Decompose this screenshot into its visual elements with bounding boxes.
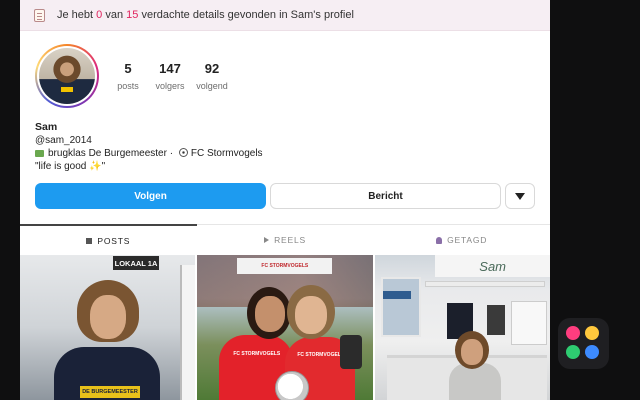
post-thumbnail-soccer-club[interactable]: FC STORMVOGELS FC STORMVOGELS FC STORMVO… [197, 255, 373, 400]
banner-middle: van [105, 9, 124, 21]
tab-reels[interactable]: REELS [197, 225, 374, 255]
app-dot-yellow [585, 326, 599, 340]
follow-button[interactable]: Volgen [35, 183, 266, 209]
message-button[interactable]: Bericht [270, 183, 501, 209]
soccer-ball-icon [178, 148, 188, 157]
hoodie-print: DE BURGEMEESTER [80, 386, 140, 398]
bio-separator: · [169, 148, 174, 159]
photo-face-left [255, 296, 286, 332]
banner-found-count: 0 [96, 9, 103, 21]
photo-face [90, 295, 126, 339]
play-icon [264, 237, 270, 243]
stat-posts[interactable]: 5 posts [107, 61, 149, 91]
avatar-photo [39, 48, 95, 104]
classroom-door [180, 265, 196, 400]
bunk-rail [424, 281, 545, 287]
avatar-border [37, 46, 97, 106]
profile-handle: @sam_2014 [35, 135, 92, 146]
profile-header: 5 posts 147 volgers 92 volgend [35, 44, 233, 108]
app-dot-blue [585, 345, 599, 359]
phone-in-photo [340, 335, 363, 369]
classroom-sign: LOKAAL 1A [113, 256, 159, 270]
bio-line: brugklas De Burgemeester · FC Stormvogel… [35, 147, 263, 160]
tagged-person-icon [436, 236, 443, 244]
photo-window [380, 277, 421, 337]
banner-text: Je hebt 0 van 15 verdachte details gevon… [57, 9, 354, 21]
shirt-print-right: FC STORMVOGELS [297, 352, 345, 358]
bio-quote: "life is good ✨" [35, 161, 106, 172]
stat-following-value: 92 [204, 61, 220, 76]
club-banner: FC STORMVOGELS [237, 258, 333, 274]
clipboard-icon [34, 8, 45, 22]
name-board: Sam [434, 255, 550, 277]
stat-following-label: volgend [196, 81, 228, 91]
profile-stats: 5 posts 147 volgers 92 volgend [107, 61, 233, 91]
tab-posts[interactable]: POSTS [20, 224, 197, 255]
stat-posts-value: 5 [124, 61, 132, 76]
stat-followers-label: volgers [155, 81, 185, 91]
bio-school: brugklas De Burgemeester [48, 148, 167, 159]
street-sign [382, 291, 411, 299]
tab-reels-label: REELS [274, 235, 306, 245]
photo-face-right [295, 296, 328, 334]
grid-icon [86, 237, 93, 244]
profile-tabs: POSTS REELS GETAGD [20, 224, 550, 255]
chevron-down-icon [515, 192, 525, 200]
banner-prefix: Je hebt [57, 9, 94, 21]
more-options-button[interactable] [505, 183, 535, 209]
soccer-ball [275, 371, 310, 400]
app-dot-green [566, 345, 580, 359]
books-icon [35, 150, 44, 157]
progress-banner: Je hebt 0 van 15 verdachte details gevon… [20, 0, 550, 31]
phone-screen: Je hebt 0 van 15 verdachte details gevon… [20, 0, 550, 400]
stat-followers[interactable]: 147 volgers [149, 61, 191, 91]
wall-poster-small [486, 305, 505, 335]
banner-suffix: verdachte details gevonden in Sam's prof… [141, 9, 354, 21]
tab-tagged-label: GETAGD [447, 235, 488, 245]
post-thumbnail-bedroom[interactable]: Sam [374, 255, 550, 400]
shirt-print-left: FC STORMVOGELS [233, 351, 281, 357]
bio-club: FC Stormvogels [190, 148, 263, 159]
posts-grid: LOKAAL 1A DE BURGEMEESTER FC STORMVOGELS… [20, 255, 550, 400]
tab-posts-label: POSTS [97, 235, 131, 246]
tab-tagged[interactable]: GETAGD [373, 225, 550, 255]
stat-following[interactable]: 92 volgend [191, 61, 233, 91]
app-launcher-icon[interactable] [558, 318, 609, 369]
photo-face [460, 339, 483, 365]
profile-bio: Sam @sam_2014 brugklas De Burgemeester ·… [35, 121, 263, 173]
profile-name: Sam [35, 121, 58, 133]
stat-followers-value: 147 [159, 61, 181, 76]
wall-papers [510, 301, 547, 345]
banner-total-count: 15 [126, 9, 139, 21]
post-thumbnail-school-hallway[interactable]: LOKAAL 1A DE BURGEMEESTER [20, 255, 196, 400]
stat-posts-label: posts [117, 81, 139, 91]
avatar[interactable] [35, 44, 99, 108]
app-dot-pink [566, 326, 580, 340]
